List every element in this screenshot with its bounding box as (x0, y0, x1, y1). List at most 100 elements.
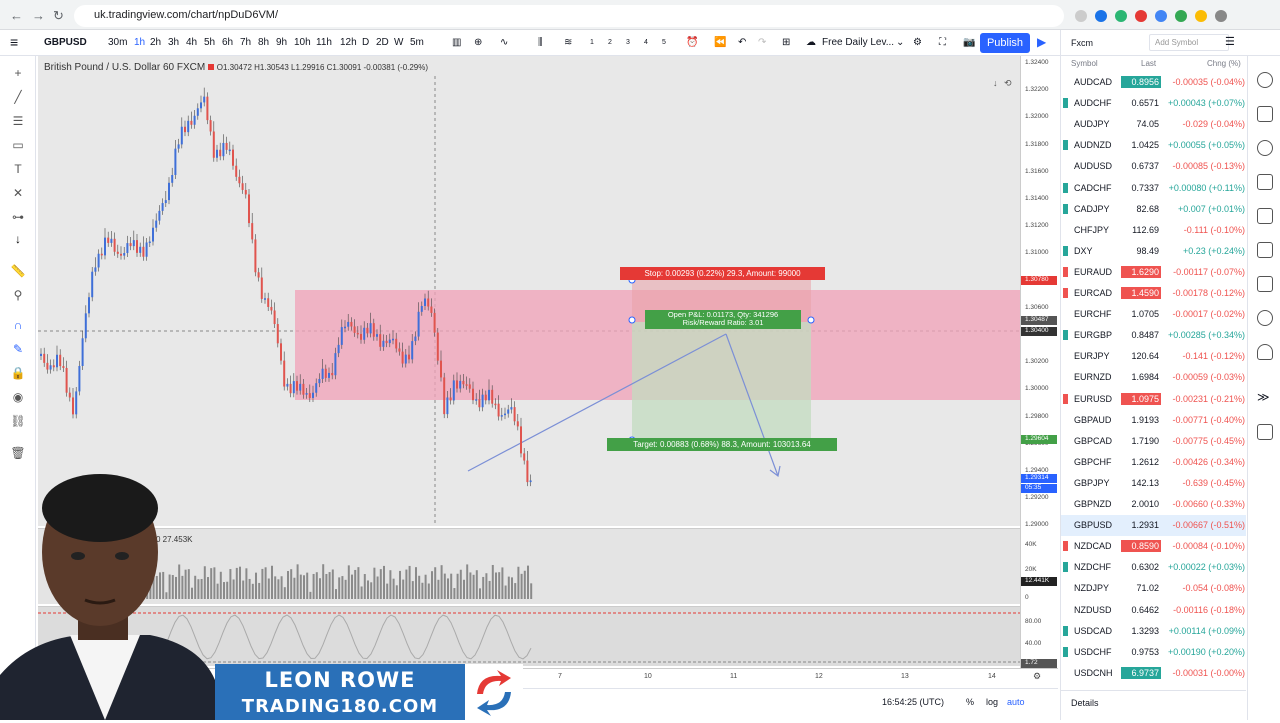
bookmark-star-icon[interactable] (1095, 10, 1107, 22)
arrow-down-icon[interactable]: ↓ (10, 232, 26, 246)
watchlist-row[interactable]: AUDJPY 74.05 -0.029 (-0.04%) (1061, 114, 1246, 135)
arrow-down-icon[interactable]: ↓ (993, 78, 998, 88)
alarm-icon[interactable] (1257, 72, 1273, 88)
fullscreen-icon[interactable]: ⛶ (939, 37, 946, 48)
watchlist-row[interactable]: USDCNH 6.9737 -0.00031 (-0.00%) (1061, 663, 1246, 684)
calendar-icon[interactable] (1257, 174, 1273, 190)
extension-icon[interactable] (1075, 10, 1087, 22)
watchlist-row[interactable]: EURAUD 1.6290 -0.00117 (-0.07%) (1061, 262, 1246, 283)
redo-icon[interactable]: ↷ (758, 37, 766, 48)
eye-icon[interactable]: ◉ (10, 390, 26, 404)
watchlist-icon[interactable] (1257, 106, 1273, 122)
cloud-icon[interactable]: ☁ (806, 37, 816, 48)
watchlist-row[interactable]: EURJPY 120.64 -0.141 (-0.12%) (1061, 346, 1246, 367)
watchlist-row[interactable]: CHFJPY 112.69 -0.111 (-0.10%) (1061, 220, 1246, 241)
watchlist-row[interactable]: GBPNZD 2.0010 -0.00660 (-0.33%) (1061, 494, 1246, 515)
price-chart[interactable]: ↓ ⟲ Stop: 0.00293 (0.22%) 29.3, Amount: … (38, 56, 1020, 526)
chats-icon[interactable] (1257, 276, 1273, 292)
interval-5h[interactable]: 5h (204, 37, 215, 48)
watchlist-row[interactable]: EURGBP 0.8487 +0.00285 (+0.34%) (1061, 325, 1246, 346)
percent-toggle[interactable]: % (966, 697, 974, 707)
layout-name[interactable]: Free Daily Lev... (822, 37, 894, 48)
rectangle-icon[interactable]: ▭ (10, 138, 26, 152)
target-zone[interactable] (632, 322, 811, 442)
indicators-icon[interactable]: ⫼ (538, 37, 543, 48)
clock-icon[interactable] (1257, 140, 1273, 156)
watchlist-row[interactable]: AUDNZD 1.0425 +0.00055 (+0.05%) (1061, 135, 1246, 156)
watchlist-row[interactable]: GBPCHF 1.2612 -0.00426 (-0.34%) (1061, 452, 1246, 473)
preset-5[interactable]: 5 (662, 39, 666, 46)
watchlist-row[interactable]: GBPUSD 1.2931 -0.00667 (-0.51%) (1061, 515, 1246, 537)
handle[interactable] (628, 316, 636, 324)
interval-4h[interactable]: 4h (186, 37, 197, 48)
link-icon[interactable]: ⛓ (10, 414, 26, 428)
notification-bell-icon[interactable] (1257, 344, 1273, 360)
watchlist-row[interactable]: GBPJPY 142.13 -0.639 (-0.45%) (1061, 473, 1246, 494)
streams-icon[interactable] (1257, 310, 1273, 326)
address-bar[interactable]: uk.tradingview.com/chart/npDuD6VM/ (74, 5, 1064, 27)
lock-icon[interactable]: 🔒 (10, 366, 26, 380)
col-symbol[interactable]: Symbol (1071, 59, 1098, 68)
interval-12h[interactable]: 12h (340, 37, 357, 48)
symbol-search[interactable]: GBPUSD (44, 37, 87, 48)
reset-icon[interactable]: ⟲ (1004, 78, 1012, 88)
interval-2h[interactable]: 2h (150, 37, 161, 48)
preset-4[interactable]: 4 (644, 39, 648, 46)
preset-1[interactable]: 1 (590, 39, 594, 46)
alert-icon[interactable]: ⏰ (686, 37, 698, 48)
watchlist-row[interactable]: USDCHF 0.9753 +0.00190 (+0.20%) (1061, 642, 1246, 663)
chevron-icon[interactable]: ≫ (1257, 390, 1273, 406)
watchlist-row[interactable]: CADJPY 82.68 +0.007 (+0.01%) (1061, 199, 1246, 220)
watchlist-row[interactable]: AUDCAD 0.8956 -0.00035 (-0.04%) (1061, 72, 1246, 93)
preset-3[interactable]: 3 (626, 39, 630, 46)
undo-icon[interactable]: ↶ (738, 37, 746, 48)
watchlist-row[interactable]: EURUSD 1.0975 -0.00231 (-0.21%) (1061, 389, 1246, 410)
interval-W[interactable]: W (394, 37, 403, 48)
interval-2D[interactable]: 2D (376, 37, 389, 48)
watchlist-row[interactable]: GBPCAD 1.7190 -0.00775 (-0.45%) (1061, 431, 1246, 452)
interval-D[interactable]: D (362, 37, 369, 48)
interval-1h[interactable]: 1h (134, 37, 145, 48)
pattern-icon[interactable]: ✕ (10, 186, 26, 200)
magnet-icon[interactable]: ∩ (10, 318, 26, 332)
settings-icon[interactable]: ⚙ (1033, 671, 1041, 682)
crosshair-icon[interactable]: + (10, 66, 26, 80)
indicator-add-icon[interactable]: ⊕ (474, 37, 482, 48)
prediction-icon[interactable]: ⊶ (10, 210, 26, 224)
play-icon[interactable]: ▶ (1037, 35, 1046, 49)
extension-icon[interactable] (1195, 10, 1207, 22)
watchlist-row[interactable]: USDCAD 1.3293 +0.00114 (+0.09%) (1061, 621, 1246, 642)
forward-icon[interactable]: → (32, 8, 45, 23)
layout-icon[interactable]: ⊞ (782, 37, 790, 48)
list-menu-icon[interactable]: ☰ (1225, 35, 1235, 48)
details-section[interactable]: Details (1061, 690, 1246, 720)
watchlist-row[interactable]: EURNZD 1.6984 -0.00059 (-0.03%) (1061, 367, 1246, 388)
watchlist-row[interactable]: DXY 98.49 +0.23 (+0.24%) (1061, 241, 1246, 262)
watchlist-row[interactable]: NZDCHF 0.6302 +0.00022 (+0.03%) (1061, 557, 1246, 578)
watchlist-row[interactable]: EURCAD 1.4590 -0.00178 (-0.12%) (1061, 283, 1246, 304)
compare-icon[interactable]: ∿ (500, 37, 508, 48)
interval-10h[interactable]: 10h (294, 37, 311, 48)
interval-3h[interactable]: 3h (168, 37, 179, 48)
preset-2[interactable]: 2 (608, 39, 612, 46)
profile-icon[interactable] (1215, 10, 1227, 22)
reload-icon[interactable]: ↻ (53, 8, 64, 24)
fib-icon[interactable]: ☰ (10, 114, 26, 128)
watchlist-row[interactable]: NZDCAD 0.8590 -0.00084 (-0.10%) (1061, 536, 1246, 557)
candle-style-icon[interactable]: ▥ (452, 37, 461, 48)
chevron-down-icon[interactable]: ⌄ (896, 37, 904, 48)
interval-7h[interactable]: 7h (240, 37, 251, 48)
replay-icon[interactable]: ⏪ (714, 37, 726, 48)
interval-6h[interactable]: 6h (222, 37, 233, 48)
gear-icon[interactable]: ⚙ (913, 37, 922, 48)
interval-11h[interactable]: 11h (316, 37, 332, 48)
watchlist-row[interactable]: AUDCHF 0.6571 +0.00043 (+0.07%) (1061, 93, 1246, 114)
interval-5m[interactable]: 5m (410, 37, 424, 48)
trash-icon[interactable]: 🗑 (10, 446, 26, 460)
watchlist-title[interactable]: Fxcm (1071, 38, 1093, 48)
ruler-icon[interactable]: 📏 (10, 264, 26, 278)
interval-9h[interactable]: 9h (276, 37, 287, 48)
templates-icon[interactable]: ≋ (564, 37, 572, 48)
col-change[interactable]: Chng (%) (1207, 59, 1241, 68)
watchlist-row[interactable]: GBPAUD 1.9193 -0.00771 (-0.40%) (1061, 410, 1246, 431)
